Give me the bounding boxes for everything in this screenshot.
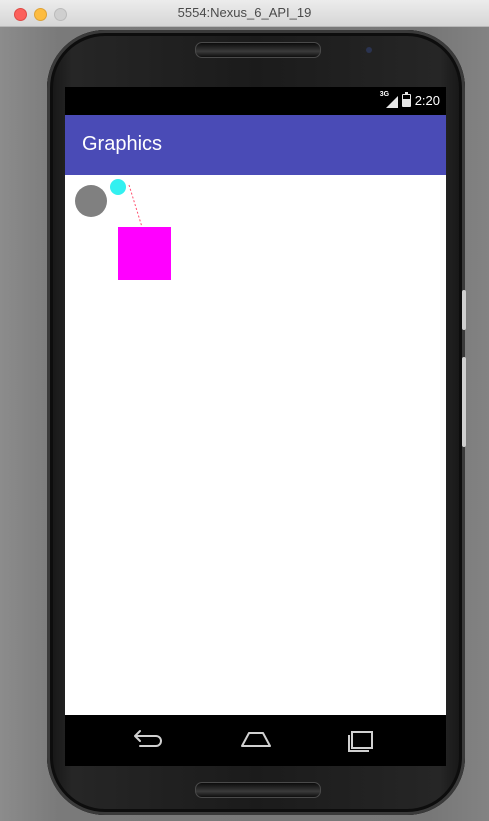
- navigation-bar: [65, 715, 446, 766]
- signal-icon: 3G: [379, 90, 398, 108]
- back-button[interactable]: [129, 727, 167, 753]
- back-icon: [134, 730, 162, 747]
- cyan-circle: [110, 179, 126, 195]
- home-button[interactable]: [237, 727, 275, 753]
- volume-button[interactable]: [462, 357, 466, 447]
- magenta-square: [118, 227, 171, 280]
- graphics-drawing: [75, 179, 171, 280]
- emulator-window: 5554:Nexus_6_API_19 3G 2:20 Graphics: [0, 0, 489, 821]
- dotted-connector-line: [128, 184, 143, 228]
- network-type-label: 3G: [379, 90, 390, 98]
- status-icons: 3G 2:20: [379, 90, 440, 109]
- earpiece-speaker: [195, 42, 321, 58]
- gray-circle: [75, 185, 107, 217]
- status-bar: 3G 2:20: [65, 87, 446, 115]
- status-time: 2:20: [414, 93, 440, 108]
- power-button[interactable]: [462, 290, 466, 330]
- recent-apps-button[interactable]: [342, 727, 380, 753]
- bottom-speaker: [195, 782, 321, 798]
- app-bar: Graphics: [65, 115, 446, 175]
- home-icon: [241, 732, 271, 747]
- front-camera: [366, 47, 372, 53]
- window-titlebar: 5554:Nexus_6_API_19: [0, 0, 489, 27]
- window-title: 5554:Nexus_6_API_19: [177, 5, 312, 20]
- app-title: Graphics: [82, 133, 163, 155]
- device-screen: 3G 2:20 Graphics: [65, 87, 446, 766]
- battery-icon: [401, 92, 411, 107]
- recent-apps-icon: [348, 731, 373, 752]
- graphics-canvas[interactable]: [65, 175, 446, 715]
